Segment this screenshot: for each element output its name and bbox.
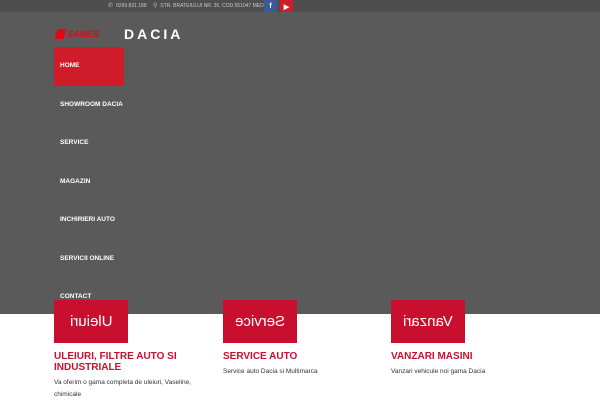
main-nav: HOME SHOWROOM DACIA SERVICE MAGAZIN INCH…	[54, 47, 124, 317]
nav-item-showroom-dacia[interactable]: SHOWROOM DACIA	[54, 86, 124, 125]
feature-banner-text: Service	[234, 313, 286, 330]
feature-banner-text: Vanzari	[403, 313, 453, 330]
phone-info: ✆ 0269 831 188	[108, 2, 147, 9]
address-info: ⚲ STR. BRATEIULUI NR. 35, COD 551047 MEDI…	[153, 2, 272, 9]
feature-vanzari: Vanzari VANZARI MASINI Vanzari vehicule …	[391, 300, 485, 378]
nav-item-home[interactable]: HOME	[54, 47, 124, 86]
sanes-logo-mark	[54, 29, 67, 39]
phone-number: 0269 831 188	[116, 3, 147, 9]
dacia-logo[interactable]: DACIA	[124, 26, 183, 42]
nav-item-magazin[interactable]: MAGAZIN	[54, 163, 124, 202]
feature-service: Service SERVICE AUTO Service auto Dacia …	[223, 300, 318, 378]
address-text: STR. BRATEIULUI NR. 35, COD 551047 MEDIA…	[160, 3, 272, 9]
map-pin-icon: ⚲	[153, 3, 158, 9]
feature-uleiuri: Uleiuri ULEIURI, FILTRE AUTO SI INDUSTRI…	[54, 300, 214, 400]
sanes-logo-text: SANES	[67, 29, 100, 39]
nav-item-servicii-online[interactable]: SERVICII ONLINE	[54, 240, 124, 279]
feature-title[interactable]: SERVICE AUTO	[223, 351, 318, 362]
top-bar: ✆ 0269 831 188 ⚲ STR. BRATEIULUI NR. 35, C…	[0, 0, 600, 13]
sanes-logo[interactable]: SANES	[54, 29, 100, 39]
feature-banner-text: Uleiuri	[69, 313, 113, 330]
nav-item-inchirieri-auto[interactable]: INCHIRIERI AUTO	[54, 201, 124, 240]
feature-banner-service[interactable]: Service	[223, 300, 297, 343]
feature-text: Va oferim o gama completa de uleiuri, Va…	[54, 379, 192, 398]
feature-banner-vanzari[interactable]: Vanzari	[391, 300, 465, 343]
feature-text: Service auto Dacia si Multimarca	[223, 368, 318, 375]
feature-title[interactable]: ULEIURI, FILTRE AUTO SI INDUSTRIALE	[54, 351, 214, 373]
feature-title[interactable]: VANZARI MASINI	[391, 351, 485, 362]
feature-text: Vanzari vehicule noi gama Dacia	[391, 368, 486, 375]
nav-item-service[interactable]: SERVICE	[54, 124, 124, 163]
phone-icon: ✆	[108, 3, 114, 9]
feature-banner-uleiuri[interactable]: Uleiuri	[54, 300, 128, 343]
